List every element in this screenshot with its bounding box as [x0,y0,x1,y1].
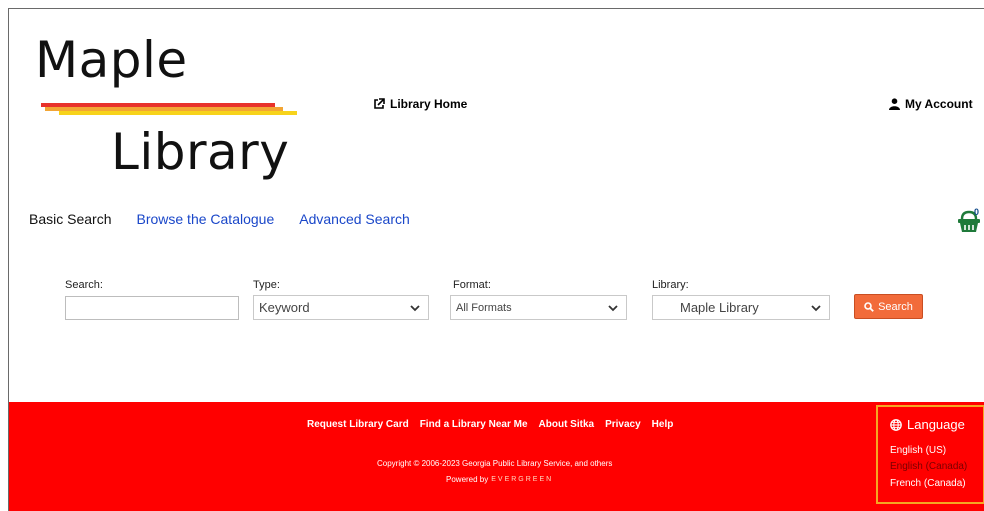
search-nav: Basic Search Browse the Catalogue Advanc… [29,211,410,227]
chevron-down-icon [410,305,420,312]
type-label: Type: [253,279,280,291]
footer-link-about-sitka[interactable]: About Sitka [539,419,595,430]
my-account-label: My Account [905,97,973,111]
cart-count-badge: 0 [974,207,980,217]
evergreen-logo: EVERGREEN [491,476,554,483]
search-button[interactable]: Search [854,294,923,319]
language-option-en-us[interactable]: English (US) [890,445,946,456]
powered-by-label: Powered by [446,475,489,484]
library-select-value: Maple Library [680,300,759,315]
library-home-label: Library Home [390,97,468,111]
language-heading-label: Language [907,417,965,432]
copyright-text: Copyright © 2006-2023 Georgia Public Lib… [377,459,613,468]
chevron-down-icon [608,305,618,312]
logo-text-library: Library [111,123,290,181]
search-label: Search: [65,279,103,291]
library-select[interactable]: Maple Library [652,295,830,320]
library-home-link[interactable]: Library Home [373,97,467,111]
library-logo[interactable]: Maple Library [29,31,319,191]
user-icon [889,98,900,110]
cart-button[interactable]: 0 [957,207,984,235]
logo-text-maple: Maple [35,31,188,89]
my-account-link[interactable]: My Account [889,97,973,111]
language-selector: Language English (US) English (Canada) F… [876,405,984,504]
external-link-icon [374,98,385,109]
format-select-value: All Formats [456,301,512,314]
powered-by[interactable]: Powered by EVERGREEN [446,475,553,484]
language-heading: Language [890,417,965,432]
tab-browse-catalogue[interactable]: Browse the Catalogue [136,211,274,227]
footer-link-request-card[interactable]: Request Library Card [307,419,409,430]
format-select[interactable]: All Formats [450,295,627,320]
type-select-value: Keyword [259,300,310,315]
globe-icon [890,418,902,431]
format-label: Format: [453,279,491,291]
search-icon [864,301,874,312]
footer-links: Request Library Card Find a Library Near… [307,419,673,430]
search-button-label: Search [878,300,913,313]
page: Maple Library Library Home My Account Ba… [8,8,984,511]
footer: Request Library Card Find a Library Near… [9,402,984,511]
tab-basic-search[interactable]: Basic Search [29,211,111,227]
chevron-down-icon [811,305,821,312]
type-select[interactable]: Keyword [253,295,429,320]
footer-link-privacy[interactable]: Privacy [605,419,641,430]
footer-link-find-library[interactable]: Find a Library Near Me [420,419,528,430]
language-option-en-ca[interactable]: English (Canada) [890,461,967,472]
library-label: Library: [652,279,689,291]
language-option-fr-ca[interactable]: French (Canada) [890,478,966,489]
search-input[interactable] [65,296,239,320]
logo-stripe [59,111,297,115]
tab-advanced-search[interactable]: Advanced Search [299,211,410,227]
footer-link-help[interactable]: Help [652,419,674,430]
